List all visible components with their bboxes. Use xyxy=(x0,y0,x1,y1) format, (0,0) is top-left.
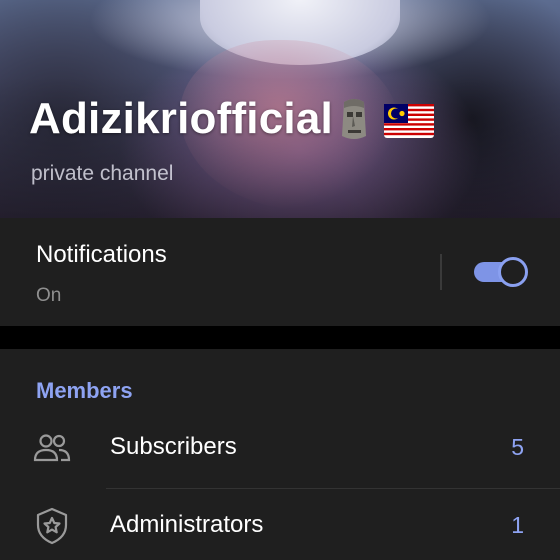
notifications-label: Notifications xyxy=(36,241,167,268)
admin-shield-icon xyxy=(36,507,68,545)
row-divider xyxy=(106,488,560,489)
members-section-title: Members xyxy=(36,378,133,403)
moai-emoji-icon xyxy=(342,99,366,139)
malaysia-flag-icon xyxy=(384,104,434,138)
notifications-toggle[interactable] xyxy=(474,257,528,287)
administrators-count: 1 xyxy=(511,512,524,538)
channel-type-label: private channel xyxy=(31,162,174,185)
subscribers-count: 5 xyxy=(511,434,524,460)
notifications-status: On xyxy=(36,285,62,306)
subscribers-label: Subscribers xyxy=(110,433,237,460)
administrators-label: Administrators xyxy=(110,511,264,538)
notifications-divider xyxy=(440,254,442,290)
toggle-knob xyxy=(498,257,528,287)
channel-title: Adizikriofficial xyxy=(29,94,333,143)
subscribers-icon xyxy=(33,434,71,462)
